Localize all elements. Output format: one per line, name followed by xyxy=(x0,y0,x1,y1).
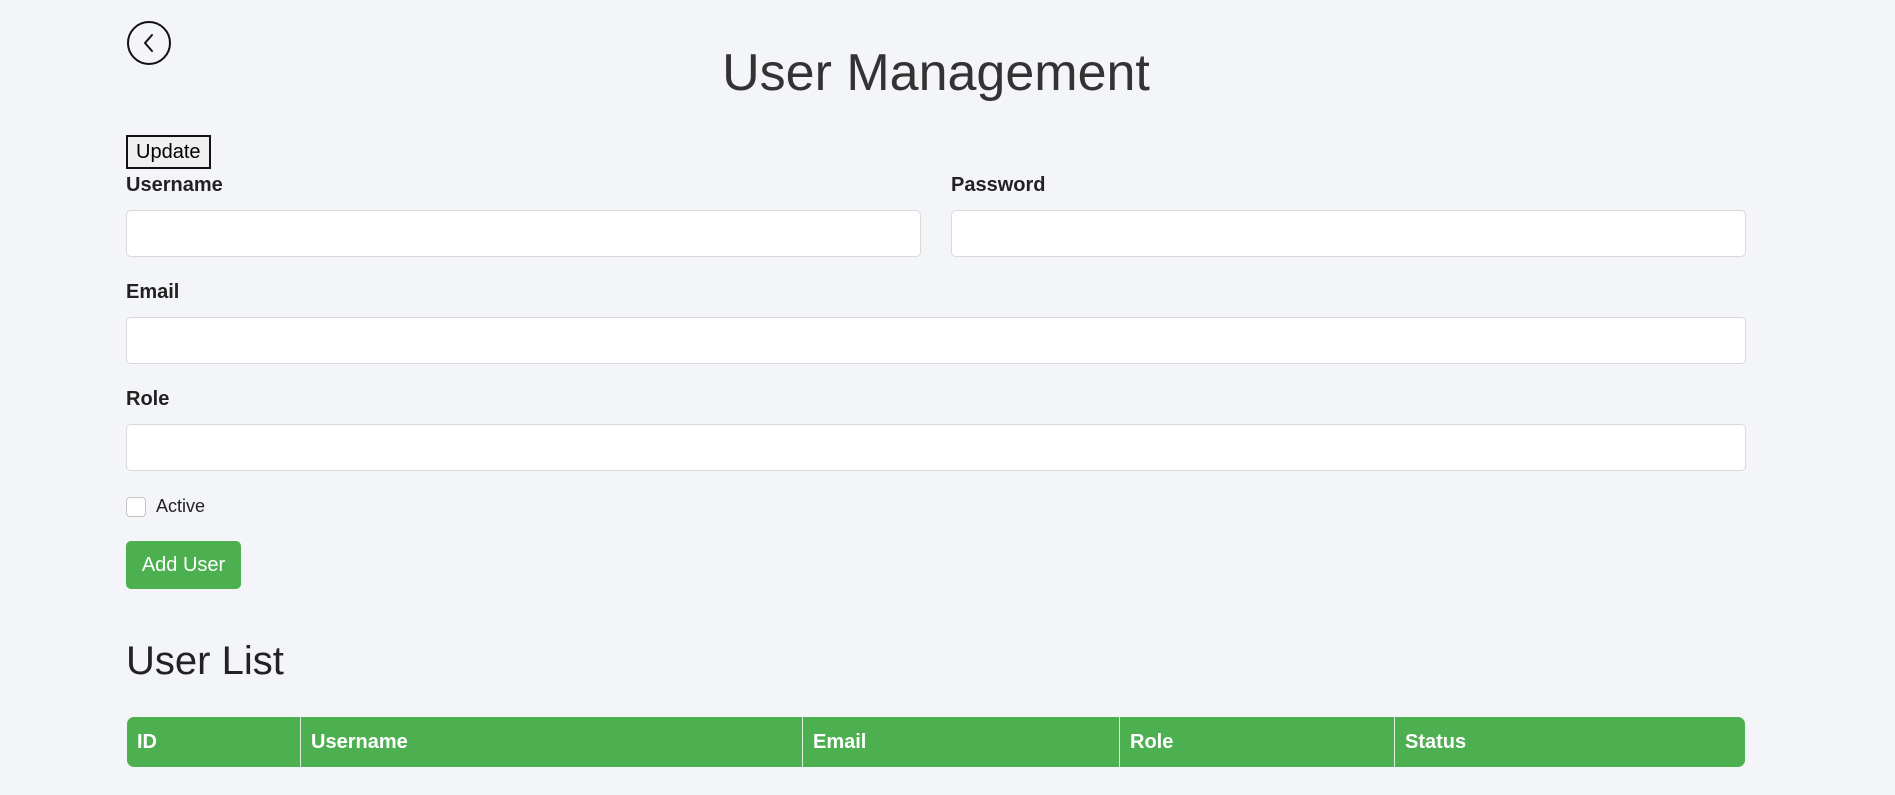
column-header-role: Role xyxy=(1120,717,1395,767)
page-title: User Management xyxy=(722,44,1150,102)
email-input[interactable] xyxy=(126,317,1746,364)
active-checkbox[interactable] xyxy=(126,497,146,517)
column-header-id: ID xyxy=(127,717,301,767)
role-input[interactable] xyxy=(126,424,1746,471)
user-table-header: ID Username Email Role Status xyxy=(127,717,1745,767)
user-list-title: User List xyxy=(126,639,284,683)
password-label: Password xyxy=(951,174,1046,196)
add-user-button[interactable]: Add User xyxy=(126,541,241,589)
role-label: Role xyxy=(126,388,170,410)
active-checkbox-label: Active xyxy=(156,496,206,516)
password-input[interactable] xyxy=(951,210,1746,257)
username-input[interactable] xyxy=(126,210,921,257)
column-header-username: Username xyxy=(301,717,803,767)
column-header-email: Email xyxy=(803,717,1120,767)
username-label: Username xyxy=(126,174,223,196)
column-header-status: Status xyxy=(1405,731,1467,753)
email-label: Email xyxy=(126,281,180,303)
update-button[interactable]: Update xyxy=(126,135,211,169)
